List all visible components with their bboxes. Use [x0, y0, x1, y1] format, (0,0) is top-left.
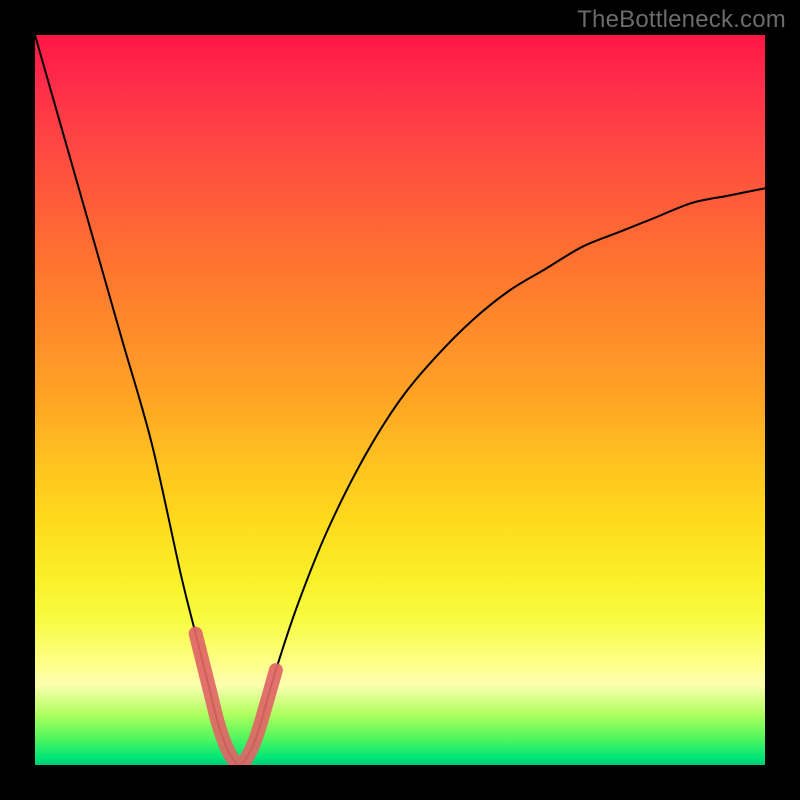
- trough-highlight: [196, 634, 276, 765]
- plot-area: [35, 35, 765, 765]
- outer-frame: TheBottleneck.com: [0, 0, 800, 800]
- bottleneck-curve: [35, 35, 765, 765]
- watermark-text: TheBottleneck.com: [577, 6, 786, 34]
- chart-svg: [35, 35, 765, 765]
